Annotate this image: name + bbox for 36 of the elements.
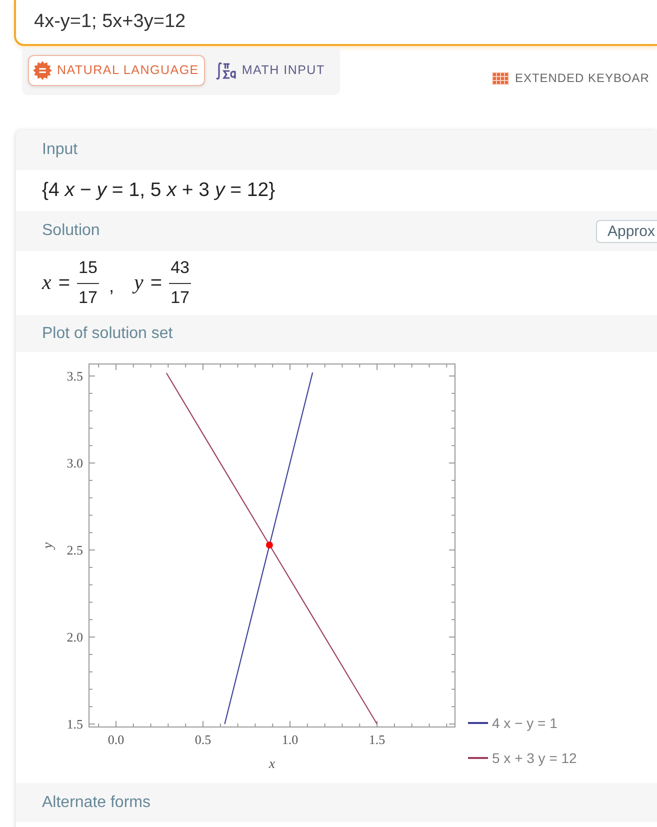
denominator: 17 [170,288,190,308]
x-tick-label: 0.0 [108,732,124,747]
y-tick-label: 3.5 [66,368,83,384]
y-axis-label: y [41,542,56,549]
approx-button[interactable]: Approx [596,220,657,242]
x-tick-label: 0.5 [194,732,212,747]
y-tick-label: 1.5 [66,716,83,732]
comma: , [109,274,114,298]
y-tick-label: 2.0 [66,630,83,645]
variable: y [134,269,144,296]
input-mode-tab[interactable]: MATH INPUT [214,55,330,86]
pod-title: Alternate forms [42,792,150,812]
denominator: 17 [78,288,98,308]
pod-title: Solution [42,221,100,241]
math-symbols-icon [216,60,237,80]
keyboard-grid-icon [492,72,509,84]
extended-keyboard-button[interactable]: EXTENDED KEYBOAR [492,69,650,87]
pod-title: Input [42,140,78,160]
variable: x [42,269,52,296]
pod-title: Plot of solution set [42,324,173,344]
search-field[interactable]: 4x-y=1; 5x+3y=12 [14,0,657,46]
legend-label: 5 x + 3 y = 12 [492,750,577,766]
math-expression: {4 x − y = 1, 5 x + 3 y = 12} [42,178,276,203]
numerator: 15 [78,258,98,278]
x-tick-label: 1.0 [282,732,298,747]
x-tick-label: 1.5 [368,732,386,747]
y-tick-label: 2.5 [66,542,83,558]
input-mode-tab[interactable]: NATURAL LANGUAGE [28,55,205,86]
numerator: 43 [170,258,190,278]
badge-icon [33,61,52,80]
solution-point-icon [266,541,273,548]
x-axis-label: x [268,757,276,772]
equals-sign: = [58,271,70,296]
y-tick-label: 3.0 [66,456,83,471]
equals-sign: = [150,271,162,296]
legend-label: 4 x − y = 1 [492,715,558,731]
